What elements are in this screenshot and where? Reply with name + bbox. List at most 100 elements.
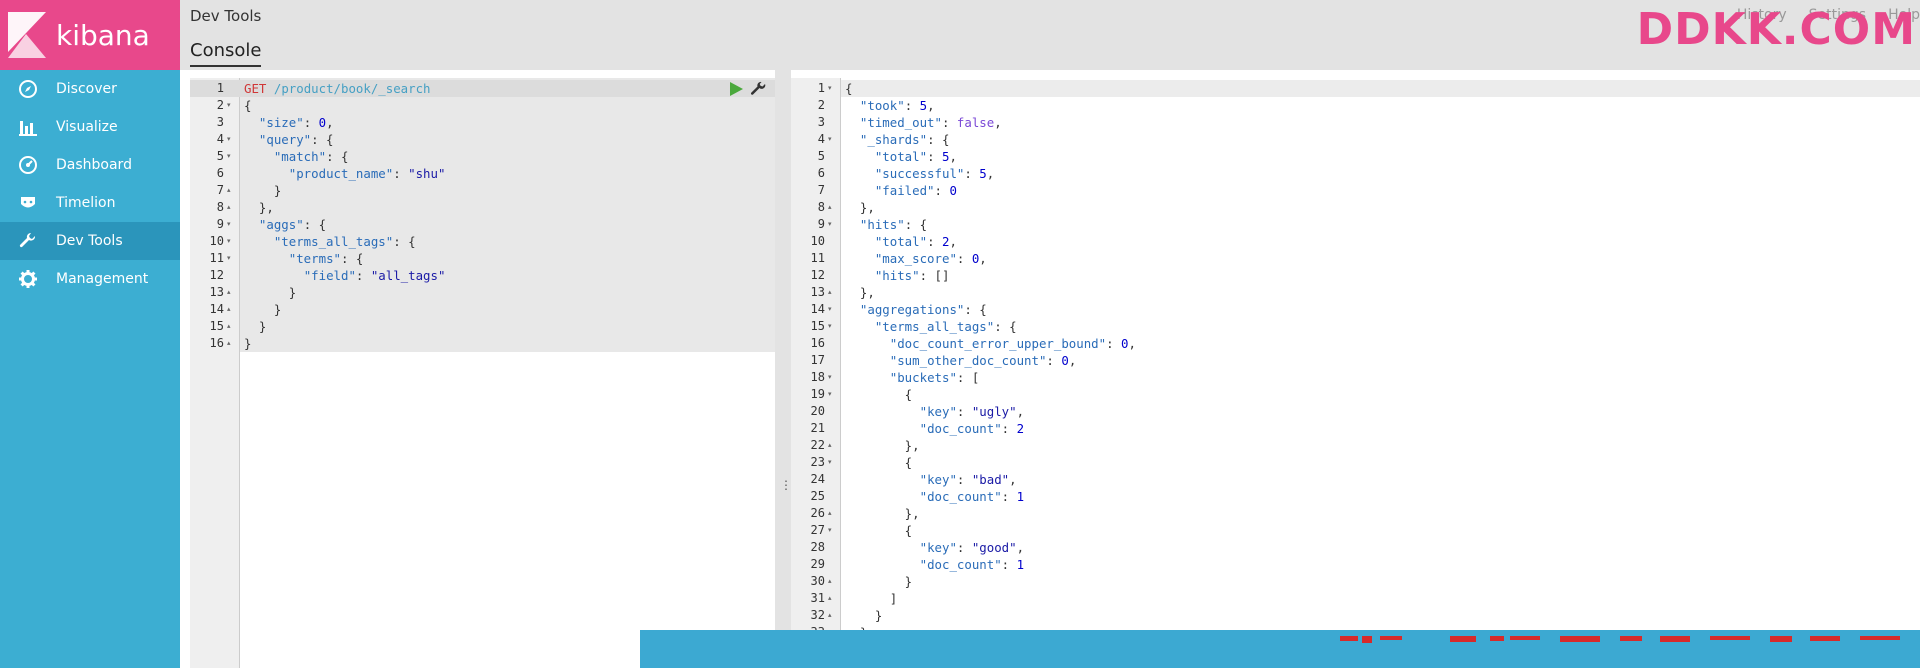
fold-open-icon[interactable]: ▾ — [227, 131, 237, 148]
pane-splitter[interactable]: ⋮ — [775, 70, 792, 668]
code-line: "doc_count": 1 — [919, 557, 1025, 572]
fold-close-icon[interactable]: ▴ — [227, 318, 237, 335]
fold-open-icon[interactable]: ▾ — [227, 97, 237, 114]
line-number: 29 — [810, 557, 825, 571]
code-line: }, — [845, 506, 920, 521]
fold-close-icon[interactable]: ▴ — [828, 505, 838, 522]
sidebar-item-discover[interactable]: Discover — [0, 70, 180, 108]
code-line: "sum_other_doc_count": 0, — [889, 353, 1077, 368]
fold-close-icon[interactable]: ▴ — [828, 590, 838, 607]
line-number: 27 — [810, 523, 825, 537]
kibana-logo[interactable]: kibana — [0, 0, 180, 70]
code-line: "failed": 0 — [874, 183, 957, 198]
fold-open-icon[interactable]: ▾ — [828, 301, 838, 318]
kibana-logo-icon — [8, 12, 46, 58]
fold-open-icon[interactable]: ▾ — [227, 216, 237, 233]
line-number: 9 — [817, 217, 825, 231]
line-number: 21 — [810, 421, 825, 435]
code-line: "max_score": 0, — [874, 251, 987, 266]
fold-close-icon[interactable]: ▴ — [828, 573, 838, 590]
fold-open-icon[interactable]: ▾ — [828, 80, 838, 97]
drag-handle-icon[interactable]: ⋮ — [780, 478, 792, 498]
line-number: 10 — [810, 234, 825, 248]
code-line: "doc_count": 2 — [919, 421, 1025, 436]
line-number: 28 — [810, 540, 825, 554]
code-line: { — [845, 387, 913, 402]
wrench-icon — [18, 231, 38, 251]
sidebar-item-label: Dev Tools — [56, 233, 123, 249]
bar-chart-icon — [18, 117, 38, 137]
code-line: "_shards": { — [859, 132, 950, 147]
line-number: 13 — [209, 285, 224, 299]
code-line: ] — [845, 591, 898, 606]
request-editor[interactable]: 1 GET /product/book/_search 2 ▾{3 "size": 0… — [190, 78, 775, 668]
fold-close-icon[interactable]: ▴ — [828, 607, 838, 624]
sidebar-item-dashboard[interactable]: Dashboard — [0, 146, 180, 184]
line-number: 16 — [810, 336, 825, 350]
fold-close-icon[interactable]: ▴ — [227, 284, 237, 301]
line-number: 4 — [216, 132, 224, 146]
line-number: 22 — [810, 438, 825, 452]
tab-console[interactable]: Console — [190, 40, 262, 67]
line-number: 2 — [817, 98, 825, 112]
line-number: 11 — [810, 251, 825, 265]
code-line: }, — [845, 200, 875, 215]
line-number: 8 — [817, 200, 825, 214]
sidebar-item-label: Dashboard — [56, 157, 132, 173]
code-line: "aggs": { — [258, 217, 327, 232]
fold-open-icon[interactable]: ▾ — [227, 233, 237, 250]
sidebar: kibana Discover Visualize Dashboard Time… — [0, 0, 180, 668]
fold-open-icon[interactable]: ▾ — [828, 216, 838, 233]
fold-close-icon[interactable]: ▴ — [227, 199, 237, 216]
fold-close-icon[interactable]: ▴ — [227, 335, 237, 352]
sidebar-item-label: Discover — [56, 81, 117, 97]
line-number: 18 — [810, 370, 825, 384]
line-number: 8 — [216, 200, 224, 214]
code-line: "doc_count": 1 — [919, 489, 1025, 504]
sidebar-item-dev-tools[interactable]: Dev Tools — [0, 222, 180, 260]
red-overlay-text-decoration — [1340, 636, 1900, 643]
code-line: GET /product/book/_search — [244, 81, 431, 96]
run-request-button[interactable] — [728, 81, 744, 97]
sidebar-item-label: Management — [56, 271, 149, 287]
code-line: } — [845, 574, 913, 589]
sidebar-item-visualize[interactable]: Visualize — [0, 108, 180, 146]
line-number: 13 — [810, 285, 825, 299]
code-line: } — [244, 302, 282, 317]
line-number: 4 — [817, 132, 825, 146]
response-editor: 1 ▾{2 "took": 5, 3 "timed_out": false, 4 ▾ "… — [791, 78, 1920, 668]
sidebar-item-label: Visualize — [56, 119, 118, 135]
fold-close-icon[interactable]: ▴ — [828, 199, 838, 216]
line-number: 1 — [817, 81, 825, 95]
line-number: 14 — [209, 302, 224, 316]
request-options-wrench-icon[interactable] — [750, 81, 766, 97]
fold-open-icon[interactable]: ▾ — [828, 386, 838, 403]
fold-open-icon[interactable]: ▾ — [828, 131, 838, 148]
line-number: 11 — [209, 251, 224, 265]
fold-open-icon[interactable]: ▾ — [828, 522, 838, 539]
code-line: "match": { — [273, 149, 349, 164]
fold-close-icon[interactable]: ▴ — [227, 301, 237, 318]
line-number: 26 — [810, 506, 825, 520]
code-line: "product_name": "shu" — [288, 166, 446, 181]
code-line: "size": 0, — [258, 115, 334, 130]
sidebar-item-management[interactable]: Management — [0, 260, 180, 298]
line-number: 12 — [810, 268, 825, 282]
code-line: { — [244, 98, 252, 113]
top-bar: Dev Tools Console History Settings Help … — [180, 0, 1920, 70]
fold-close-icon[interactable]: ▴ — [227, 182, 237, 199]
fold-open-icon[interactable]: ▾ — [828, 454, 838, 471]
line-number: 30 — [810, 574, 825, 588]
fold-open-icon[interactable]: ▾ — [227, 250, 237, 267]
code-line: "buckets": [ — [889, 370, 980, 385]
code-line: { — [845, 81, 853, 96]
line-number: 15 — [810, 319, 825, 333]
fold-open-icon[interactable]: ▾ — [227, 148, 237, 165]
sidebar-item-timelion[interactable]: Timelion — [0, 184, 180, 222]
fold-open-icon[interactable]: ▾ — [828, 318, 838, 335]
code-line: "took": 5, — [859, 98, 935, 113]
fold-close-icon[interactable]: ▴ — [828, 284, 838, 301]
fold-open-icon[interactable]: ▾ — [828, 369, 838, 386]
code-line: } — [244, 336, 252, 351]
fold-close-icon[interactable]: ▴ — [828, 437, 838, 454]
